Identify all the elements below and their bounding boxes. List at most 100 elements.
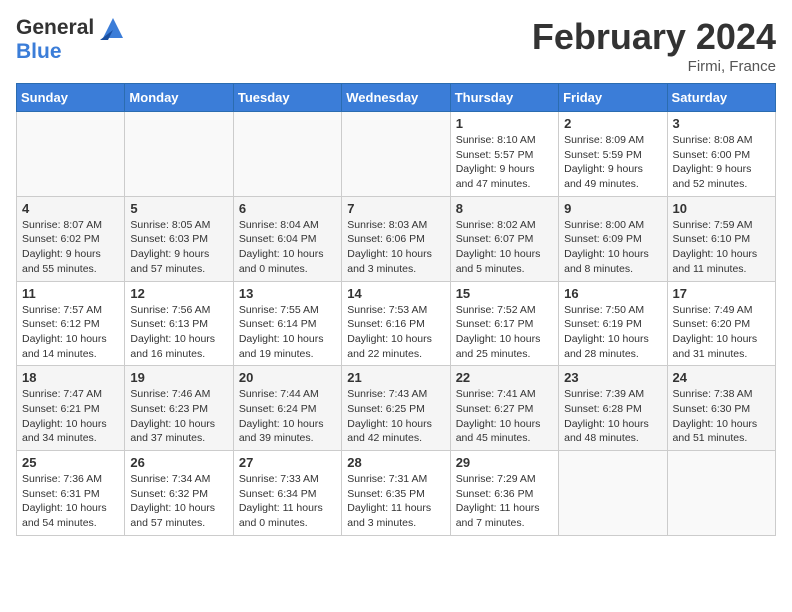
calendar-week-row: 25 Sunrise: 7:36 AM Sunset: 6:31 PM Dayli… [17, 451, 776, 536]
day-info: Sunrise: 7:33 AM Sunset: 6:34 PM Dayligh… [239, 472, 336, 531]
header-sunday: Sunday [17, 84, 125, 112]
day-info: Sunrise: 7:50 AM Sunset: 6:19 PM Dayligh… [564, 303, 661, 362]
table-row: 17 Sunrise: 7:49 AM Sunset: 6:20 PM Dayli… [667, 281, 775, 366]
table-row [559, 451, 667, 536]
day-number: 1 [456, 116, 553, 131]
calendar-week-row: 18Sunrise: 7:47 AM Sunset: 6:21 PM Dayli… [17, 366, 776, 451]
day-info: Sunrise: 7:31 AM Sunset: 6:35 PM Dayligh… [347, 472, 444, 531]
table-row: 22 Sunrise: 7:41 AM Sunset: 6:27 PM Dayli… [450, 366, 558, 451]
day-number: 16 [564, 286, 661, 301]
day-info: Sunrise: 7:39 AM Sunset: 6:28 PM Dayligh… [564, 387, 661, 446]
day-number: 24 [673, 370, 770, 385]
day-info: Sunrise: 7:57 AM Sunset: 6:12 PM Dayligh… [22, 303, 119, 362]
day-number: 25 [22, 455, 119, 470]
day-number: 29 [456, 455, 553, 470]
calendar-week-row: 11 Sunrise: 7:57 AM Sunset: 6:12 PM Dayli… [17, 281, 776, 366]
header-wednesday: Wednesday [342, 84, 450, 112]
day-info: Sunrise: 8:09 AM Sunset: 5:59 PM Dayligh… [564, 133, 661, 192]
day-info: Sunrise: 8:10 AM Sunset: 5:57 PM Dayligh… [456, 133, 553, 192]
day-number: 3 [673, 116, 770, 131]
day-number: 28 [347, 455, 444, 470]
table-row [233, 112, 341, 197]
day-number: 12 [130, 286, 227, 301]
day-number: 23 [564, 370, 661, 385]
table-row: 1 Sunrise: 8:10 AM Sunset: 5:57 PM Daylig… [450, 112, 558, 197]
table-row: 3 Sunrise: 8:08 AM Sunset: 6:00 PM Daylig… [667, 112, 775, 197]
calendar-week-row: 1 Sunrise: 8:10 AM Sunset: 5:57 PM Daylig… [17, 112, 776, 197]
table-row [125, 112, 233, 197]
header-friday: Friday [559, 84, 667, 112]
table-row: 23 Sunrise: 7:39 AM Sunset: 6:28 PM Dayli… [559, 366, 667, 451]
table-row: 25 Sunrise: 7:36 AM Sunset: 6:31 PM Dayli… [17, 451, 125, 536]
day-info: Sunrise: 7:41 AM Sunset: 6:27 PM Dayligh… [456, 387, 553, 446]
day-info: Sunrise: 7:34 AM Sunset: 6:32 PM Dayligh… [130, 472, 227, 531]
day-number: 19 [130, 370, 227, 385]
table-row: 4Sunrise: 8:07 AM Sunset: 6:02 PM Daylig… [17, 196, 125, 281]
day-number: 15 [456, 286, 553, 301]
day-info: Sunrise: 7:47 AM Sunset: 6:21 PM Dayligh… [22, 387, 119, 446]
day-info: Sunrise: 7:56 AM Sunset: 6:13 PM Dayligh… [130, 303, 227, 362]
day-number: 26 [130, 455, 227, 470]
table-row [17, 112, 125, 197]
day-info: Sunrise: 7:38 AM Sunset: 6:30 PM Dayligh… [673, 387, 770, 446]
table-row: 28 Sunrise: 7:31 AM Sunset: 6:35 PM Dayli… [342, 451, 450, 536]
day-info: Sunrise: 8:07 AM Sunset: 6:02 PM Dayligh… [22, 218, 119, 277]
day-number: 13 [239, 286, 336, 301]
table-row: 9 Sunrise: 8:00 AM Sunset: 6:09 PM Daylig… [559, 196, 667, 281]
day-info: Sunrise: 7:29 AM Sunset: 6:36 PM Dayligh… [456, 472, 553, 531]
day-number: 9 [564, 201, 661, 216]
table-row: 6 Sunrise: 8:04 AM Sunset: 6:04 PM Daylig… [233, 196, 341, 281]
location: Firmi, France [532, 58, 776, 75]
calendar-table: Sunday Monday Tuesday Wednesday Thursday… [16, 83, 776, 536]
table-row: 7Sunrise: 8:03 AM Sunset: 6:06 PM Daylig… [342, 196, 450, 281]
header-thursday: Thursday [450, 84, 558, 112]
table-row: 29 Sunrise: 7:29 AM Sunset: 6:36 PM Dayli… [450, 451, 558, 536]
table-row: 24 Sunrise: 7:38 AM Sunset: 6:30 PM Dayli… [667, 366, 775, 451]
logo-general: General [16, 16, 126, 40]
table-row: 8 Sunrise: 8:02 AM Sunset: 6:07 PM Daylig… [450, 196, 558, 281]
day-info: Sunrise: 8:04 AM Sunset: 6:04 PM Dayligh… [239, 218, 336, 277]
day-info: Sunrise: 7:46 AM Sunset: 6:23 PM Dayligh… [130, 387, 227, 446]
table-row [342, 112, 450, 197]
table-row: 16 Sunrise: 7:50 AM Sunset: 6:19 PM Dayli… [559, 281, 667, 366]
month-title: February 2024 [532, 16, 776, 58]
day-info: Sunrise: 8:00 AM Sunset: 6:09 PM Dayligh… [564, 218, 661, 277]
calendar-header-row: Sunday Monday Tuesday Wednesday Thursday… [17, 84, 776, 112]
table-row: 19 Sunrise: 7:46 AM Sunset: 6:23 PM Dayli… [125, 366, 233, 451]
table-row: 20Sunrise: 7:44 AM Sunset: 6:24 PM Dayli… [233, 366, 341, 451]
calendar-week-row: 4Sunrise: 8:07 AM Sunset: 6:02 PM Daylig… [17, 196, 776, 281]
day-info: Sunrise: 8:02 AM Sunset: 6:07 PM Dayligh… [456, 218, 553, 277]
table-row: 18Sunrise: 7:47 AM Sunset: 6:21 PM Dayli… [17, 366, 125, 451]
title-area: February 2024 Firmi, France [532, 16, 776, 75]
day-info: Sunrise: 7:59 AM Sunset: 6:10 PM Dayligh… [673, 218, 770, 277]
header-monday: Monday [125, 84, 233, 112]
table-row: 14Sunrise: 7:53 AM Sunset: 6:16 PM Dayli… [342, 281, 450, 366]
table-row: 26 Sunrise: 7:34 AM Sunset: 6:32 PM Dayli… [125, 451, 233, 536]
day-number: 20 [239, 370, 336, 385]
day-info: Sunrise: 7:36 AM Sunset: 6:31 PM Dayligh… [22, 472, 119, 531]
day-number: 21 [347, 370, 444, 385]
table-row [667, 451, 775, 536]
table-row: 27 Sunrise: 7:33 AM Sunset: 6:34 PM Dayli… [233, 451, 341, 536]
day-info: Sunrise: 8:05 AM Sunset: 6:03 PM Dayligh… [130, 218, 227, 277]
day-number: 14 [347, 286, 444, 301]
day-number: 27 [239, 455, 336, 470]
table-row: 10 Sunrise: 7:59 AM Sunset: 6:10 PM Dayli… [667, 196, 775, 281]
day-number: 17 [673, 286, 770, 301]
day-number: 8 [456, 201, 553, 216]
day-number: 11 [22, 286, 119, 301]
page-header: General Blue February 2024 Firmi, France [16, 16, 776, 75]
table-row: 2Sunrise: 8:09 AM Sunset: 5:59 PM Daylig… [559, 112, 667, 197]
table-row: 12 Sunrise: 7:56 AM Sunset: 6:13 PM Dayli… [125, 281, 233, 366]
day-info: Sunrise: 7:43 AM Sunset: 6:25 PM Dayligh… [347, 387, 444, 446]
day-info: Sunrise: 7:49 AM Sunset: 6:20 PM Dayligh… [673, 303, 770, 362]
day-info: Sunrise: 7:52 AM Sunset: 6:17 PM Dayligh… [456, 303, 553, 362]
day-number: 10 [673, 201, 770, 216]
day-number: 6 [239, 201, 336, 216]
logo: General Blue [16, 16, 126, 64]
day-number: 7 [347, 201, 444, 216]
day-number: 22 [456, 370, 553, 385]
table-row: 13Sunrise: 7:55 AM Sunset: 6:14 PM Dayli… [233, 281, 341, 366]
table-row: 11 Sunrise: 7:57 AM Sunset: 6:12 PM Dayli… [17, 281, 125, 366]
day-info: Sunrise: 8:08 AM Sunset: 6:00 PM Dayligh… [673, 133, 770, 192]
